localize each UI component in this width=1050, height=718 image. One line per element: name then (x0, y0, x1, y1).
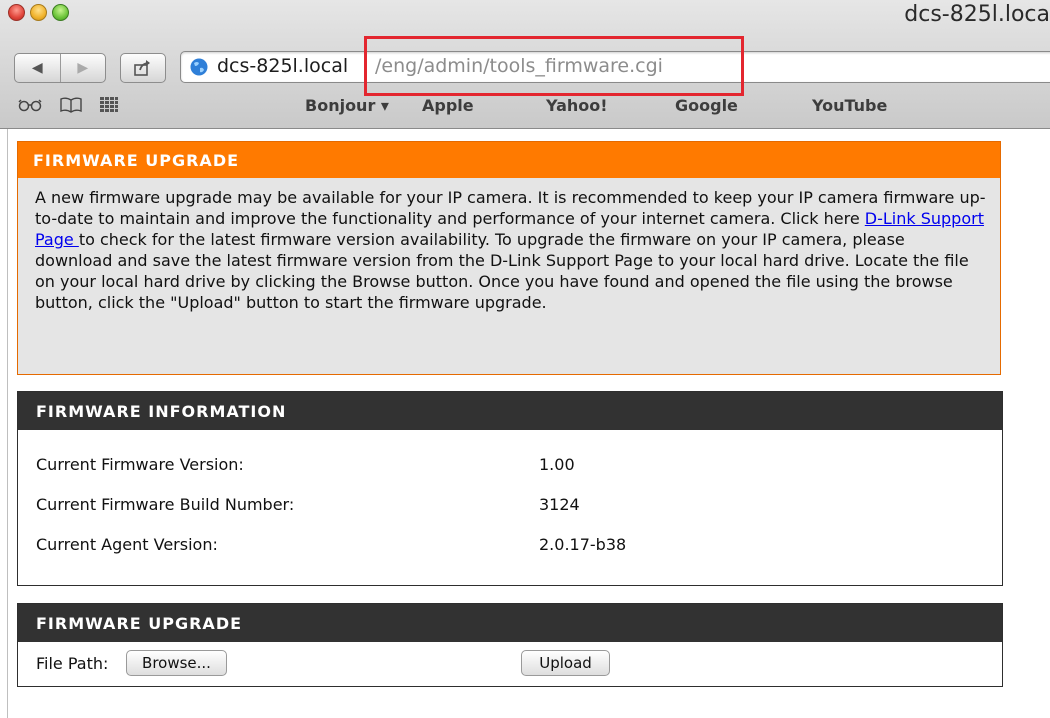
minimize-window-button[interactable] (30, 4, 47, 21)
firmware-information-panel: FIRMWARE INFORMATION Current Firmware Ve… (17, 391, 1003, 586)
info-label: Current Firmware Version: (36, 455, 244, 474)
browse-button[interactable]: Browse... (126, 650, 227, 676)
bookmark-youtube[interactable]: YouTube (812, 96, 887, 115)
notice-text-before-link: A new firmware upgrade may be available … (35, 188, 986, 228)
top-sites-grid-icon[interactable] (100, 97, 118, 113)
page-content: FIRMWARE UPGRADE A new firmware upgrade … (0, 129, 1050, 718)
window-title: dcs-825l.loca (904, 2, 1050, 27)
info-row-agent-version: Current Agent Version: 2.0.17-b38 (18, 523, 1002, 563)
info-value: 1.00 (539, 455, 575, 474)
info-row-firmware-version: Current Firmware Version: 1.00 (18, 443, 1002, 483)
forward-button[interactable]: ▶ (59, 54, 106, 82)
bookmarks-book-icon[interactable] (60, 97, 82, 113)
bookmark-bonjour[interactable]: Bonjour ▾ (305, 96, 389, 115)
close-window-button[interactable] (8, 4, 25, 21)
firmware-information-title: FIRMWARE INFORMATION (18, 392, 1002, 430)
browser-toolbar: dcs-825l.loca ◀ ▶ dcs-825l.local /eng/ad… (0, 0, 1050, 129)
info-value: 3124 (539, 495, 580, 514)
back-button[interactable]: ◀ (15, 54, 60, 82)
firmware-upgrade-notice: FIRMWARE UPGRADE A new firmware upgrade … (17, 141, 1001, 375)
info-value: 2.0.17-b38 (539, 535, 627, 554)
file-path-row: File Path: Browse... Upload (18, 642, 1002, 684)
share-icon (134, 60, 150, 76)
back-forward-buttons: ◀ ▶ (14, 53, 106, 83)
info-label: Current Agent Version: (36, 535, 218, 554)
file-path-label: File Path: (36, 654, 109, 673)
frame-divider (7, 129, 8, 718)
firmware-upgrade-title: FIRMWARE UPGRADE (18, 604, 1002, 642)
globe-icon (190, 58, 208, 76)
forward-arrow-icon: ▶ (77, 60, 89, 76)
info-row-build-number: Current Firmware Build Number: 3124 (18, 483, 1002, 523)
bookmark-google[interactable]: Google (675, 96, 738, 115)
share-button[interactable] (120, 53, 166, 83)
back-arrow-icon: ◀ (31, 60, 43, 76)
notice-title: FIRMWARE UPGRADE (18, 142, 1000, 178)
reading-list-icon[interactable] (18, 98, 42, 112)
bookmark-apple[interactable]: Apple (422, 96, 474, 115)
notice-text: A new firmware upgrade may be available … (18, 178, 1000, 313)
upload-button[interactable]: Upload (521, 650, 610, 676)
zoom-window-button[interactable] (52, 4, 69, 21)
url-host: dcs-825l.local (217, 55, 349, 77)
info-label: Current Firmware Build Number: (36, 495, 295, 514)
url-highlight-annotation (364, 36, 744, 96)
firmware-upgrade-panel: FIRMWARE UPGRADE File Path: Browse... Up… (17, 603, 1003, 687)
bookmark-tools (18, 97, 118, 113)
bookmark-yahoo[interactable]: Yahoo! (546, 96, 608, 115)
notice-text-after-link: to check for the latest firmware version… (35, 230, 969, 312)
